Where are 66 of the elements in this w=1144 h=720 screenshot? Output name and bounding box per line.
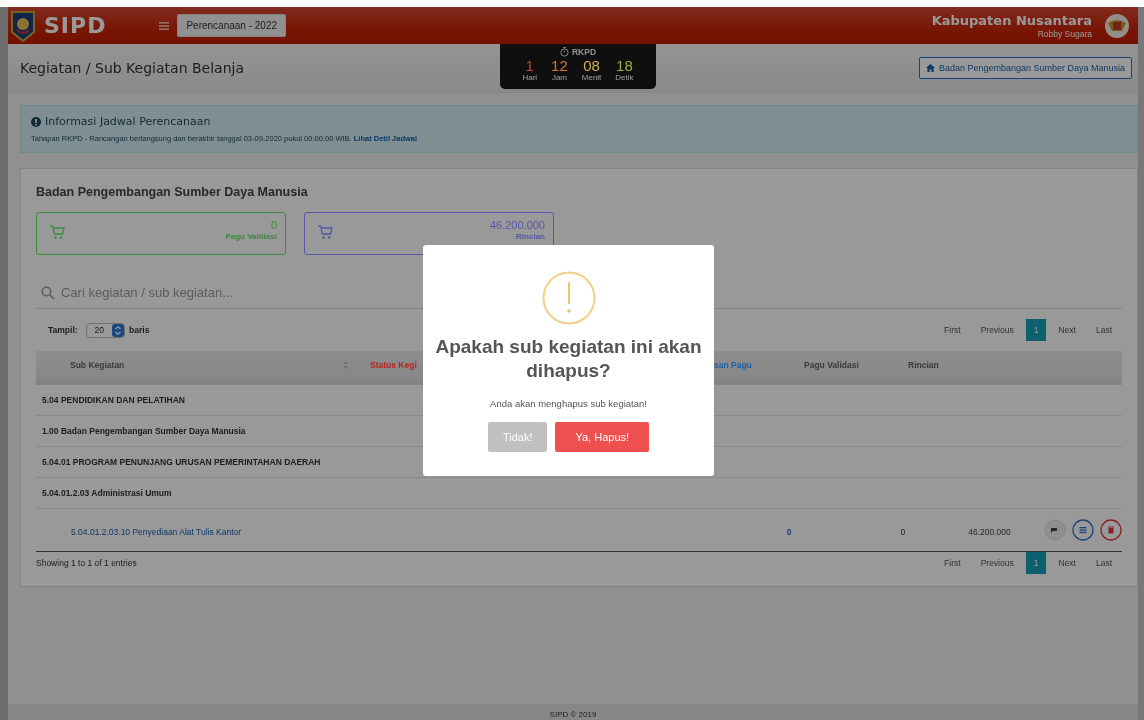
page-size-suffix: baris	[129, 325, 150, 335]
shopping-basket-icon	[49, 224, 65, 240]
card-value: 0	[270, 219, 277, 231]
timer-unit-label: Hari	[522, 73, 538, 82]
timer-value: 18	[616, 58, 633, 73]
home-icon	[925, 64, 935, 72]
dialog-title: Apakah sub kegiatan ini akan dihapus?	[434, 335, 703, 383]
card-value: 46.200.000	[489, 219, 545, 231]
timer-value: 12	[551, 58, 568, 73]
shield-logo-icon	[10, 9, 36, 42]
group-row-label: 1.00 Badan Pengembangan Sumber Daya Manusia	[42, 426, 246, 436]
table-cell: 0	[786, 527, 792, 537]
period-button[interactable]: Perencanaan - 2022	[177, 14, 287, 37]
page-link[interactable]: First	[934, 319, 971, 341]
list-button-icon[interactable]	[1072, 519, 1094, 541]
page-link[interactable]: 1	[1025, 552, 1047, 574]
page-link[interactable]: First	[934, 552, 971, 574]
search-icon	[41, 285, 55, 300]
timer-value: 1	[525, 58, 534, 73]
panel-title: Badan Pengembangan Sumber Daya Manusia	[36, 185, 309, 199]
confirm-button[interactable]: Ya, Hapus!	[555, 422, 650, 452]
column-header[interactable]: Pagu Validasi	[804, 360, 859, 370]
cart-icon	[317, 224, 333, 240]
page-link[interactable]: Last	[1085, 552, 1122, 574]
sort-icon	[343, 361, 348, 369]
trash-button-icon[interactable]	[1100, 519, 1122, 541]
comment-button-icon[interactable]	[1044, 519, 1066, 541]
page-link[interactable]: Previous	[970, 319, 1024, 341]
page-link[interactable]: Next	[1048, 552, 1086, 574]
stepper-icon	[112, 323, 125, 337]
group-row-label: 5.04 PENDIDIKAN DAN PELATIHAN	[42, 395, 185, 405]
page-link[interactable]: Previous	[970, 552, 1024, 574]
unit-button[interactable]: Badan Pengembangan Sumber Daya Manusia	[918, 57, 1132, 79]
group-row-label: 5.04.01 PROGRAM PENUNJANG URUSAN PEMERINTAHAN DAERAH	[42, 457, 321, 467]
emblem-avatar-icon[interactable]	[1104, 12, 1130, 39]
timer-unit-label: Detik	[615, 73, 634, 82]
warning-icon	[541, 271, 596, 325]
stopwatch-icon	[559, 47, 569, 57]
timer-value: 08	[583, 58, 600, 73]
page-size-select[interactable]: 20	[85, 322, 126, 338]
entries-info: Showing 1 to 1 of 1 entries	[36, 558, 137, 568]
timer-unit-label: Menit	[581, 73, 602, 82]
table-cell: 46.200.000	[968, 527, 1011, 537]
dialog-message: Anda akan menghapus sub kegiatan!	[490, 398, 647, 409]
card-label: Rincian	[516, 232, 545, 241]
user-name: Robby Sugara	[1037, 28, 1092, 39]
page-link[interactable]: Last	[1085, 319, 1122, 341]
exclamation-icon	[31, 116, 41, 127]
page-size-label: Tampil:	[48, 325, 78, 335]
timer-label: RKPD	[571, 47, 597, 57]
page-link[interactable]: 1	[1025, 319, 1047, 341]
region-name: Kabupaten Nusantara	[931, 12, 1092, 28]
timer-unit-label: Jam	[551, 73, 567, 82]
card-label: Pagu Validasi	[225, 232, 277, 241]
search-field[interactable]: Cari kegiatan / sub kegiatan...	[61, 285, 1117, 300]
page-title: Kegiatan / Sub Kegiatan Belanja	[20, 60, 244, 76]
page-link[interactable]: Next	[1048, 319, 1086, 341]
sub-activity-link[interactable]: 5.04.01.2.03.10 Penyediaan Alat Tulis Kantor	[71, 527, 242, 537]
info-title: Informasi Jadwal Perencanaan	[45, 115, 211, 128]
table-cell: 0	[900, 527, 906, 537]
group-row-label: 5.04.01.2.03 Administrasi Umum	[42, 488, 172, 498]
menu-icon[interactable]	[159, 21, 170, 30]
app-name: SIPD	[44, 13, 107, 38]
column-header[interactable]: Rincian	[908, 360, 939, 370]
footer-text: SIPD © 2019	[8, 704, 1138, 720]
column-header[interactable]: Sub Kegiatan	[70, 360, 125, 370]
